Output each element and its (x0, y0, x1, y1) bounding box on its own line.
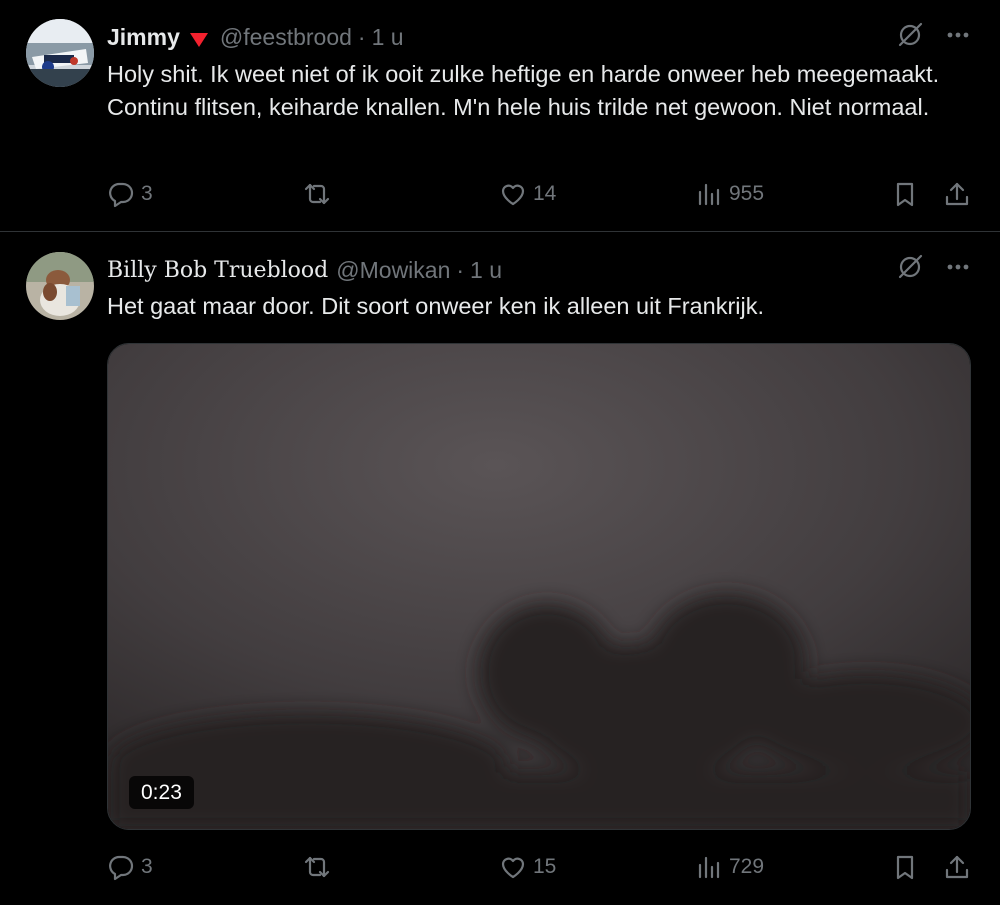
tweet-header: Jimmy @feestbrood · 1 u (107, 21, 404, 53)
avatar[interactable] (26, 252, 94, 320)
heart-icon (501, 184, 525, 206)
reply-icon (109, 182, 134, 208)
bookmark-button[interactable] (891, 176, 919, 212)
tweet-text: Holy shit. Ik weet niet of ik ooit zulke… (107, 61, 940, 120)
video-duration-badge: 0:23 (129, 776, 194, 809)
timestamp[interactable]: 1 u (470, 257, 502, 284)
tweet[interactable]: Jimmy @feestbrood · 1 u Holy shit. Ik we… (0, 0, 1000, 232)
bookmark-icon (896, 182, 914, 207)
views-count: 729 (729, 855, 765, 878)
video-player[interactable]: 0:23 (107, 343, 971, 830)
separator: · (456, 256, 465, 283)
tweet-header: Billy Bob Trueblood @Mowikan · 1 u (107, 254, 502, 286)
tweet-actions: 3 14 955 (107, 176, 973, 212)
repost-icon (304, 856, 330, 878)
reply-icon (109, 855, 134, 881)
share-icon (945, 182, 969, 206)
more-options-icon[interactable] (944, 21, 972, 54)
tweet-top-icons (896, 253, 972, 285)
bookmark-icon (896, 855, 914, 880)
red-triangle-icon (188, 28, 210, 47)
reply-button[interactable]: 3 (107, 849, 153, 885)
author-handle[interactable]: @feestbrood (220, 24, 352, 51)
heart-icon (501, 857, 525, 879)
video-thumbnail (108, 344, 970, 829)
grok-icon[interactable] (896, 21, 924, 54)
tweet-top-icons (896, 21, 972, 53)
separator: · (357, 23, 366, 50)
share-button[interactable] (943, 176, 971, 212)
repost-button[interactable] (303, 849, 337, 885)
like-button[interactable]: 14 (499, 176, 556, 212)
repost-icon (304, 183, 330, 205)
tweet[interactable]: Billy Bob Trueblood @Mowikan · 1 u Het g… (0, 232, 1000, 905)
views-icon (698, 856, 720, 879)
like-count: 14 (533, 182, 557, 205)
views-count: 955 (729, 182, 765, 205)
repost-button[interactable] (303, 176, 337, 212)
views-icon (698, 183, 720, 206)
grok-icon[interactable] (896, 253, 924, 286)
tweet-actions: 3 15 729 (107, 849, 973, 885)
views-button[interactable]: 729 (695, 849, 764, 885)
author-name[interactable]: Billy Bob Trueblood (107, 258, 328, 283)
like-button[interactable]: 15 (499, 849, 556, 885)
reply-button[interactable]: 3 (107, 176, 153, 212)
reply-count: 3 (141, 855, 153, 878)
timestamp[interactable]: 1 u (372, 24, 404, 51)
author-handle[interactable]: @Mowikan (336, 257, 450, 284)
share-icon (945, 855, 969, 879)
avatar[interactable] (26, 19, 94, 87)
tweet-text: Het gaat maar door. Dit soort onweer ken… (107, 293, 764, 319)
like-count: 15 (533, 855, 557, 878)
reply-count: 3 (141, 182, 153, 205)
author-name[interactable]: Jimmy (107, 24, 180, 51)
bookmark-button[interactable] (891, 849, 919, 885)
share-button[interactable] (943, 849, 971, 885)
more-options-icon[interactable] (944, 253, 972, 286)
views-button[interactable]: 955 (695, 176, 764, 212)
